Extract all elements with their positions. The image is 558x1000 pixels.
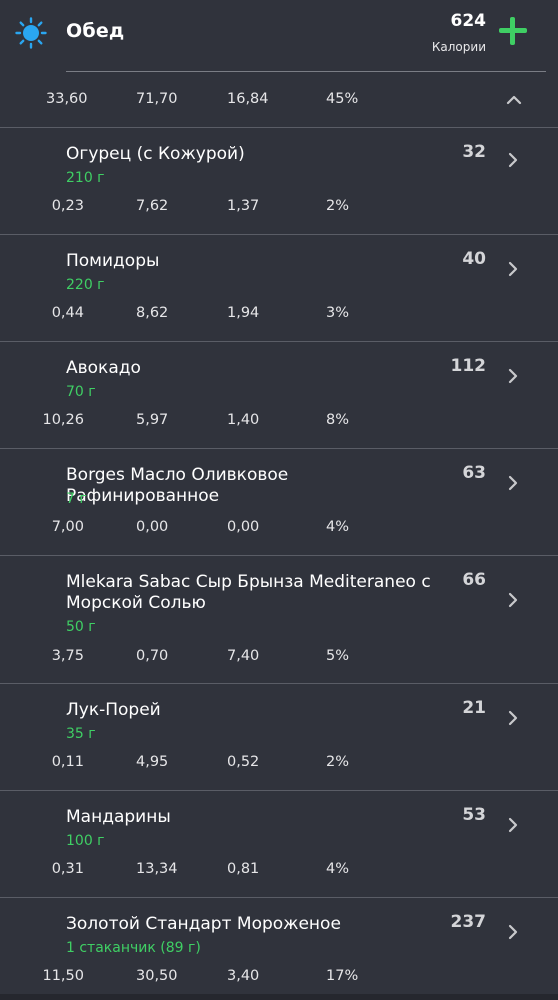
food-item-name: Мандарины	[66, 807, 171, 827]
chevron-right-icon[interactable]	[506, 710, 520, 726]
food-item-calories: 53	[462, 805, 486, 825]
food-item[interactable]: Мандарины 100 г 53 0,31 13,34 0,81 4%	[0, 791, 558, 898]
food-item-portion: 70 г	[66, 384, 96, 400]
food-item-name: Mlekara Sabac Сыр Брынза Mediteraneo с М…	[66, 572, 431, 613]
food-item[interactable]: Лук-Порей 35 г 21 0,11 4,95 0,52 2%	[0, 684, 558, 791]
summary-protein: 16,84	[227, 91, 269, 107]
meal-header: Обед 624 Калории	[0, 0, 558, 72]
food-item-fat: 0,23	[51, 198, 84, 214]
food-item[interactable]: Mlekara Sabac Сыр Брынза Mediteraneo с М…	[0, 556, 558, 684]
food-item-calories: 66	[462, 570, 486, 590]
food-item[interactable]: Borges Масло Оливковое Рафинированное 7 г…	[0, 449, 558, 556]
bottom-edge	[0, 994, 558, 1000]
food-item-protein: 7,40	[227, 648, 260, 664]
chevron-up-icon[interactable]	[506, 92, 522, 108]
food-item-name: Лук-Порей	[66, 700, 161, 720]
food-item-fat: 0,31	[51, 861, 84, 877]
chevron-right-icon[interactable]	[506, 475, 520, 491]
food-item-percent: 4%	[326, 861, 350, 877]
food-item-carbs: 4,95	[136, 754, 169, 770]
food-item-carbs: 0,00	[136, 519, 169, 535]
food-item-percent: 5%	[326, 648, 350, 664]
food-list: Огурец (с Кожурой) 210 г 32 0,23 7,62 1,37 2% П…	[0, 128, 558, 1000]
food-item-protein: 1,94	[227, 305, 260, 321]
food-item-name: Помидоры	[66, 251, 160, 271]
food-item-carbs: 7,62	[136, 198, 169, 214]
summary-percent: 45%	[326, 91, 359, 107]
food-item-portion: 210 г	[66, 170, 105, 186]
food-item-carbs: 5,97	[136, 412, 169, 428]
food-item-fat: 0,11	[51, 754, 84, 770]
food-item-name: Авокадо	[66, 358, 141, 378]
meal-total-calories: 624	[450, 11, 487, 31]
food-item-calories: 40	[462, 249, 486, 269]
food-item-name: Огурец (с Кожурой)	[66, 144, 245, 164]
plus-icon-v	[510, 17, 515, 45]
meal-title: Обед	[66, 20, 125, 42]
meal-summary: 33,60 71,70 16,84 45%	[0, 72, 558, 128]
food-item-protein: 0,52	[227, 754, 260, 770]
chevron-right-icon[interactable]	[506, 817, 520, 833]
food-item-carbs: 8,62	[136, 305, 169, 321]
food-item-fat: 10,26	[42, 412, 84, 428]
food-item-calories: 32	[462, 142, 486, 162]
summary-fat: 33,60	[46, 91, 88, 107]
food-item-fat: 7,00	[51, 519, 84, 535]
food-item-calories: 21	[462, 698, 486, 718]
sun-icon	[15, 17, 47, 49]
summary-carbs: 71,70	[136, 91, 178, 107]
food-item-protein: 0,00	[227, 519, 260, 535]
food-item-fat: 3,75	[51, 648, 84, 664]
food-item-calories: 112	[450, 356, 487, 376]
food-item-carbs: 0,70	[136, 648, 169, 664]
food-item-calories: 237	[450, 912, 487, 932]
food-item-portion: 100 г	[66, 833, 105, 849]
food-item[interactable]: Помидоры 220 г 40 0,44 8,62 1,94 3%	[0, 235, 558, 342]
meal-screen: Обед 624 Калории 33,60 71,70 16,84 45% О…	[0, 0, 558, 1000]
food-item-portion: 35 г	[66, 726, 96, 742]
calories-label: Калории	[431, 40, 486, 54]
food-item-fat: 0,44	[51, 305, 84, 321]
food-item-calories: 63	[462, 463, 486, 483]
food-item-percent: 4%	[326, 519, 350, 535]
food-item-portion: 220 г	[66, 277, 105, 293]
food-item-percent: 2%	[326, 198, 350, 214]
chevron-right-icon[interactable]	[506, 924, 520, 940]
food-item-portion: 1 стаканчик (89 г)	[66, 940, 201, 956]
food-item-protein: 0,81	[227, 861, 260, 877]
chevron-right-icon[interactable]	[506, 592, 520, 608]
food-item-percent: 17%	[326, 968, 359, 984]
food-item-protein: 1,37	[227, 198, 260, 214]
food-item-percent: 3%	[326, 305, 350, 321]
food-item-name: Золотой Стандарт Мороженое	[66, 914, 341, 934]
food-item-percent: 2%	[326, 754, 350, 770]
food-item-portion: 7 г	[66, 491, 87, 507]
food-item-carbs: 30,50	[136, 968, 178, 984]
food-item-carbs: 13,34	[136, 861, 178, 877]
food-item-fat: 11,50	[42, 968, 84, 984]
food-item[interactable]: Авокадо 70 г 112 10,26 5,97 1,40 8%	[0, 342, 558, 449]
chevron-right-icon[interactable]	[506, 152, 520, 168]
food-item-protein: 3,40	[227, 968, 260, 984]
chevron-right-icon[interactable]	[506, 368, 520, 384]
food-item-name: Borges Масло Оливковое Рафинированное	[66, 465, 289, 506]
add-food-button[interactable]	[497, 15, 529, 47]
chevron-right-icon[interactable]	[506, 261, 520, 277]
food-item-protein: 1,40	[227, 412, 260, 428]
food-item-portion: 50 г	[66, 619, 96, 635]
food-item[interactable]: Огурец (с Кожурой) 210 г 32 0,23 7,62 1,37 2%	[0, 128, 558, 235]
food-item-percent: 8%	[326, 412, 350, 428]
food-item[interactable]: Золотой Стандарт Мороженое 1 стаканчик (8…	[0, 898, 558, 1000]
